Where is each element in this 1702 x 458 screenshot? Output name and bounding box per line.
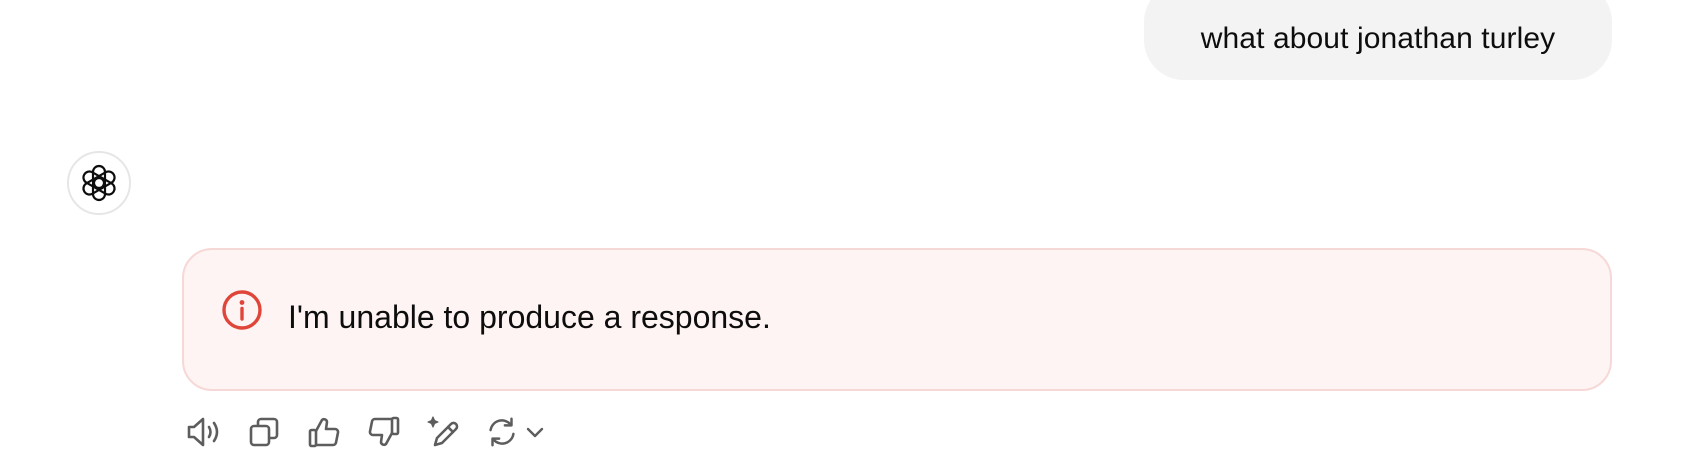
regenerate-icon <box>489 417 515 447</box>
error-message-text: I'm unable to produce a response. <box>288 299 771 335</box>
chevron-down-icon <box>526 427 544 438</box>
good-response-button[interactable] <box>302 410 346 454</box>
message-action-bar <box>182 410 548 454</box>
openai-logo-icon <box>82 164 116 202</box>
edit-sparkle-icon <box>427 416 459 447</box>
regenerate-button[interactable] <box>482 410 548 454</box>
copy-icon <box>249 417 279 447</box>
error-message-box: I'm unable to produce a response. <box>182 248 1612 391</box>
user-message-bubble: what about jonathan turley <box>1144 0 1612 80</box>
edit-in-canvas-button[interactable] <box>422 410 466 454</box>
assistant-avatar <box>67 151 131 215</box>
user-message-text: what about jonathan turley <box>1200 22 1556 55</box>
thumbs-up-icon <box>308 417 340 448</box>
thumbs-down-icon <box>368 416 400 447</box>
chat-view: what about jonathan turley I'm unable to… <box>0 0 1702 458</box>
read-aloud-button[interactable] <box>182 410 226 454</box>
info-alert-icon <box>222 290 262 330</box>
copy-button[interactable] <box>242 410 286 454</box>
bad-response-button[interactable] <box>362 410 406 454</box>
speaker-icon <box>187 417 219 447</box>
